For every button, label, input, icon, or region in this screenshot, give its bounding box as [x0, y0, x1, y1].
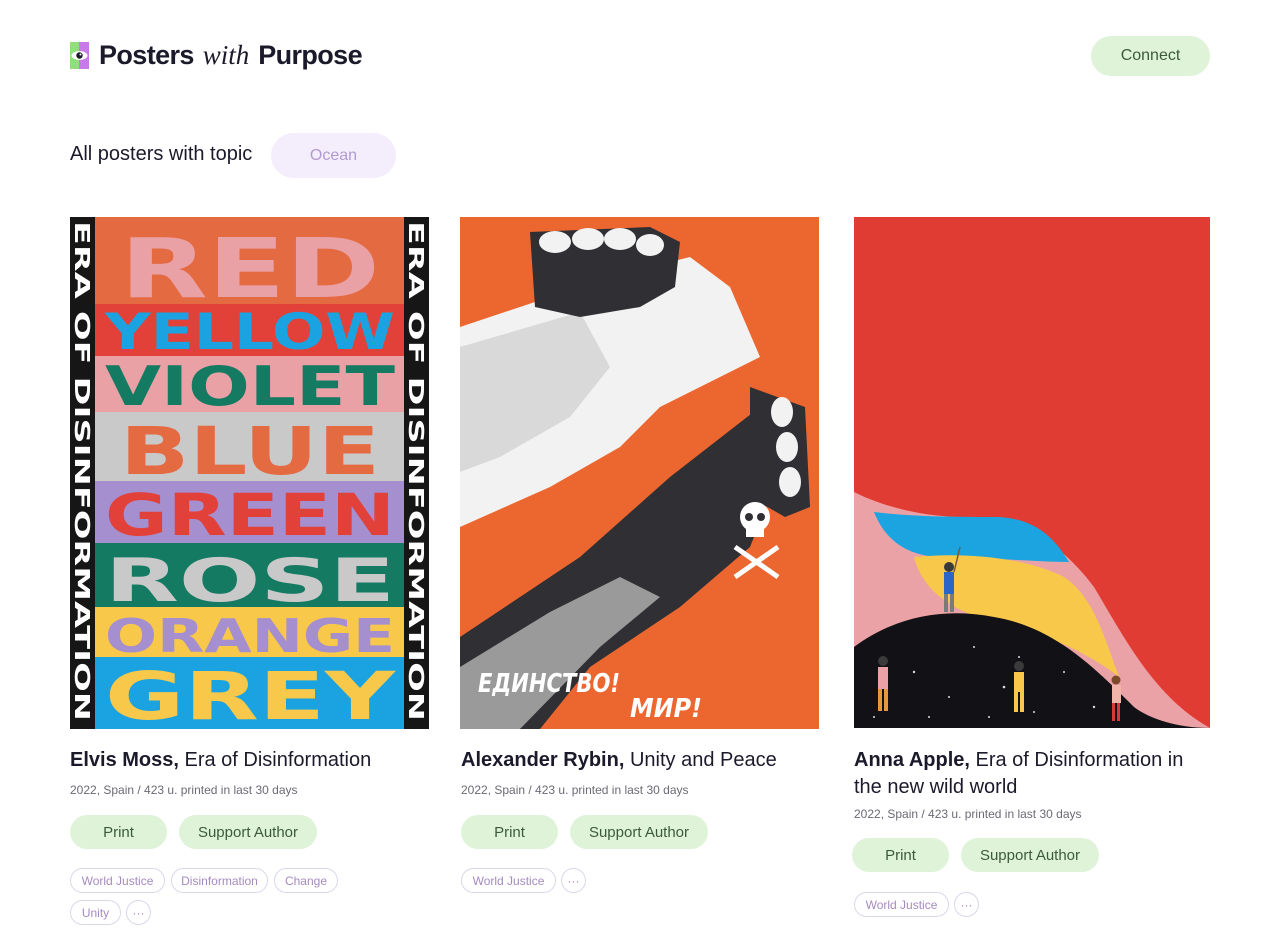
- poster-title[interactable]: Elvis Moss, Era of Disinformation: [70, 747, 429, 774]
- connect-button[interactable]: Connect: [1091, 36, 1210, 76]
- topic-label: All posters with topic: [70, 143, 253, 165]
- poster-meta: 2022, Spain / 423 u. printed in last 30 …: [70, 783, 298, 797]
- print-button[interactable]: Print: [70, 815, 167, 849]
- support-author-button[interactable]: Support Author: [179, 815, 317, 849]
- tag-chip[interactable]: Change: [274, 868, 338, 893]
- logo-text: Posters with Purpose: [99, 39, 363, 70]
- print-button[interactable]: Print: [461, 815, 558, 849]
- poster-side-text: ERA OF DISINFORMATION: [404, 221, 428, 721]
- support-author-button[interactable]: Support Author: [570, 815, 708, 849]
- poster-author: Alexander Rybin,: [461, 749, 625, 771]
- tag-chip[interactable]: World Justice: [461, 868, 556, 893]
- poster-word: GREY: [105, 658, 397, 729]
- poster-slogan: МИР!: [630, 694, 702, 724]
- poster-name: Unity and Peace: [629, 749, 777, 771]
- tag-chip[interactable]: World Justice: [70, 868, 165, 893]
- logo[interactable]: Posters with Purpose: [70, 39, 363, 70]
- print-button[interactable]: Print: [852, 838, 949, 872]
- poster-image[interactable]: ЕДИНСТВО! МИР!: [460, 217, 819, 729]
- more-tags-button[interactable]: ···: [561, 868, 586, 893]
- poster-word: BLUE: [120, 413, 380, 490]
- poster-author: Elvis Moss,: [70, 749, 179, 771]
- poster-author: Anna Apple,: [854, 749, 970, 771]
- support-author-button[interactable]: Support Author: [961, 838, 1099, 872]
- poster-name: Era of Disinformation: [184, 749, 372, 771]
- poster-word: YELLOW: [104, 303, 395, 361]
- poster-word: VIOLET: [105, 355, 395, 418]
- poster-slogan: ЕДИНСТВО!: [478, 669, 620, 699]
- poster-title[interactable]: Alexander Rybin, Unity and Peace: [461, 747, 820, 774]
- topic-filter-pill[interactable]: Ocean: [271, 133, 396, 178]
- logo-eye-icon: [70, 41, 89, 69]
- poster-side-text: ERA OF DISINFORMATION: [70, 221, 94, 721]
- poster-title[interactable]: Anna Apple, Era of Disinformation in the…: [854, 747, 1210, 801]
- poster-image[interactable]: RED YELLOW VIOLET BLUE GREEN ROSE ORANGE…: [70, 217, 429, 729]
- poster-meta: 2022, Spain / 423 u. printed in last 30 …: [854, 807, 1082, 821]
- poster-image[interactable]: [854, 217, 1210, 728]
- more-tags-button[interactable]: ···: [126, 900, 151, 925]
- poster-word: ROSE: [105, 546, 395, 616]
- tag-chip[interactable]: Unity: [70, 900, 121, 925]
- more-tags-button[interactable]: ···: [954, 892, 979, 917]
- poster-meta: 2022, Spain / 423 u. printed in last 30 …: [461, 783, 689, 797]
- poster-word: ORANGE: [105, 609, 395, 663]
- tag-chip[interactable]: Disinformation: [171, 868, 268, 893]
- tag-chip[interactable]: World Justice: [854, 892, 949, 917]
- poster-word: GREEN: [105, 481, 395, 549]
